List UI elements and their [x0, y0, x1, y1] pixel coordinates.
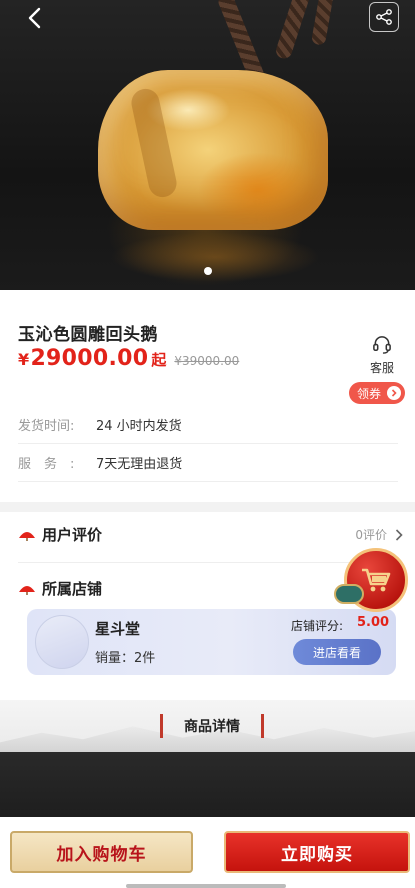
reviews-link[interactable]: 0评价	[355, 526, 403, 543]
chevron-right-icon	[387, 386, 401, 400]
jade-pendant-image	[98, 70, 328, 230]
current-price: ¥29000.00	[18, 346, 148, 371]
chevron-right-icon	[395, 528, 403, 541]
shop-heading-text: 所属店铺	[42, 580, 103, 598]
shipping-label: 发货时间:	[18, 419, 75, 434]
shop-name: 星斗堂	[95, 620, 141, 638]
review-count: 0评价	[355, 528, 387, 542]
cloud-ornament-icon	[334, 584, 364, 604]
service-value: 7天无理由退货	[96, 457, 183, 472]
coupon-button[interactable]: 领券	[349, 382, 405, 404]
details-image	[0, 752, 415, 817]
fan-icon	[19, 531, 35, 541]
shop-card[interactable]: 星斗堂 销量：2件 店铺评分: 5.00 进店看看	[27, 609, 396, 675]
shipping-value: 24 小时内发货	[96, 419, 182, 434]
bottom-action-bar: 加入购物车 立即购买	[0, 817, 415, 888]
customer-service-button[interactable]: 客服	[362, 334, 402, 376]
fan-icon	[19, 585, 35, 595]
back-button[interactable]	[20, 4, 48, 32]
shop-heading: 所属店铺	[18, 578, 102, 599]
price-value: 29000.00	[30, 346, 149, 371]
home-indicator	[126, 884, 286, 888]
headset-icon	[373, 336, 391, 354]
buy-now-button[interactable]: 立即购买	[224, 831, 410, 873]
product-info-card: 玉沁色圆雕回头鹅 ¥29000.00 起 ¥39000.00 客服 领券 发货时…	[0, 290, 415, 502]
price-suffix: 起	[151, 351, 167, 369]
reviews-heading-text: 用户评价	[42, 526, 103, 544]
service-row: 服 务 : 7天无理由退货	[18, 444, 398, 482]
rope	[310, 0, 336, 46]
carousel-indicator	[0, 267, 415, 275]
shipping-row: 发货时间: 24 小时内发货	[18, 406, 398, 444]
product-image-carousel[interactable]	[0, 0, 415, 290]
visit-shop-button[interactable]: 进店看看	[293, 639, 381, 665]
add-to-cart-button[interactable]: 加入购物车	[10, 831, 193, 873]
service-label: 服 务 :	[18, 457, 75, 472]
share-button[interactable]	[369, 2, 399, 32]
details-header-band: 商品详情	[0, 700, 415, 752]
floating-cart-button[interactable]	[334, 548, 408, 612]
rope	[274, 0, 314, 61]
share-icon	[376, 9, 392, 25]
shopping-cart-icon	[362, 568, 391, 592]
carousel-dot-active	[203, 267, 212, 275]
price-row: ¥29000.00 起 ¥39000.00	[18, 346, 239, 371]
shop-sales: 销量：2件	[95, 651, 156, 666]
reviews-heading: 用户评价	[18, 524, 102, 545]
product-title: 玉沁色圆雕回头鹅	[18, 325, 158, 345]
details-heading: 商品详情	[160, 714, 264, 738]
original-price: ¥39000.00	[174, 354, 240, 368]
customer-service-label: 客服	[369, 361, 394, 375]
chevron-left-icon	[28, 7, 41, 29]
shop-score: 5.00	[357, 615, 390, 630]
shop-avatar	[35, 615, 89, 669]
shop-score-label: 店铺评分:	[291, 619, 344, 633]
coupon-label: 领券	[357, 386, 382, 401]
currency-symbol: ¥	[18, 350, 30, 369]
